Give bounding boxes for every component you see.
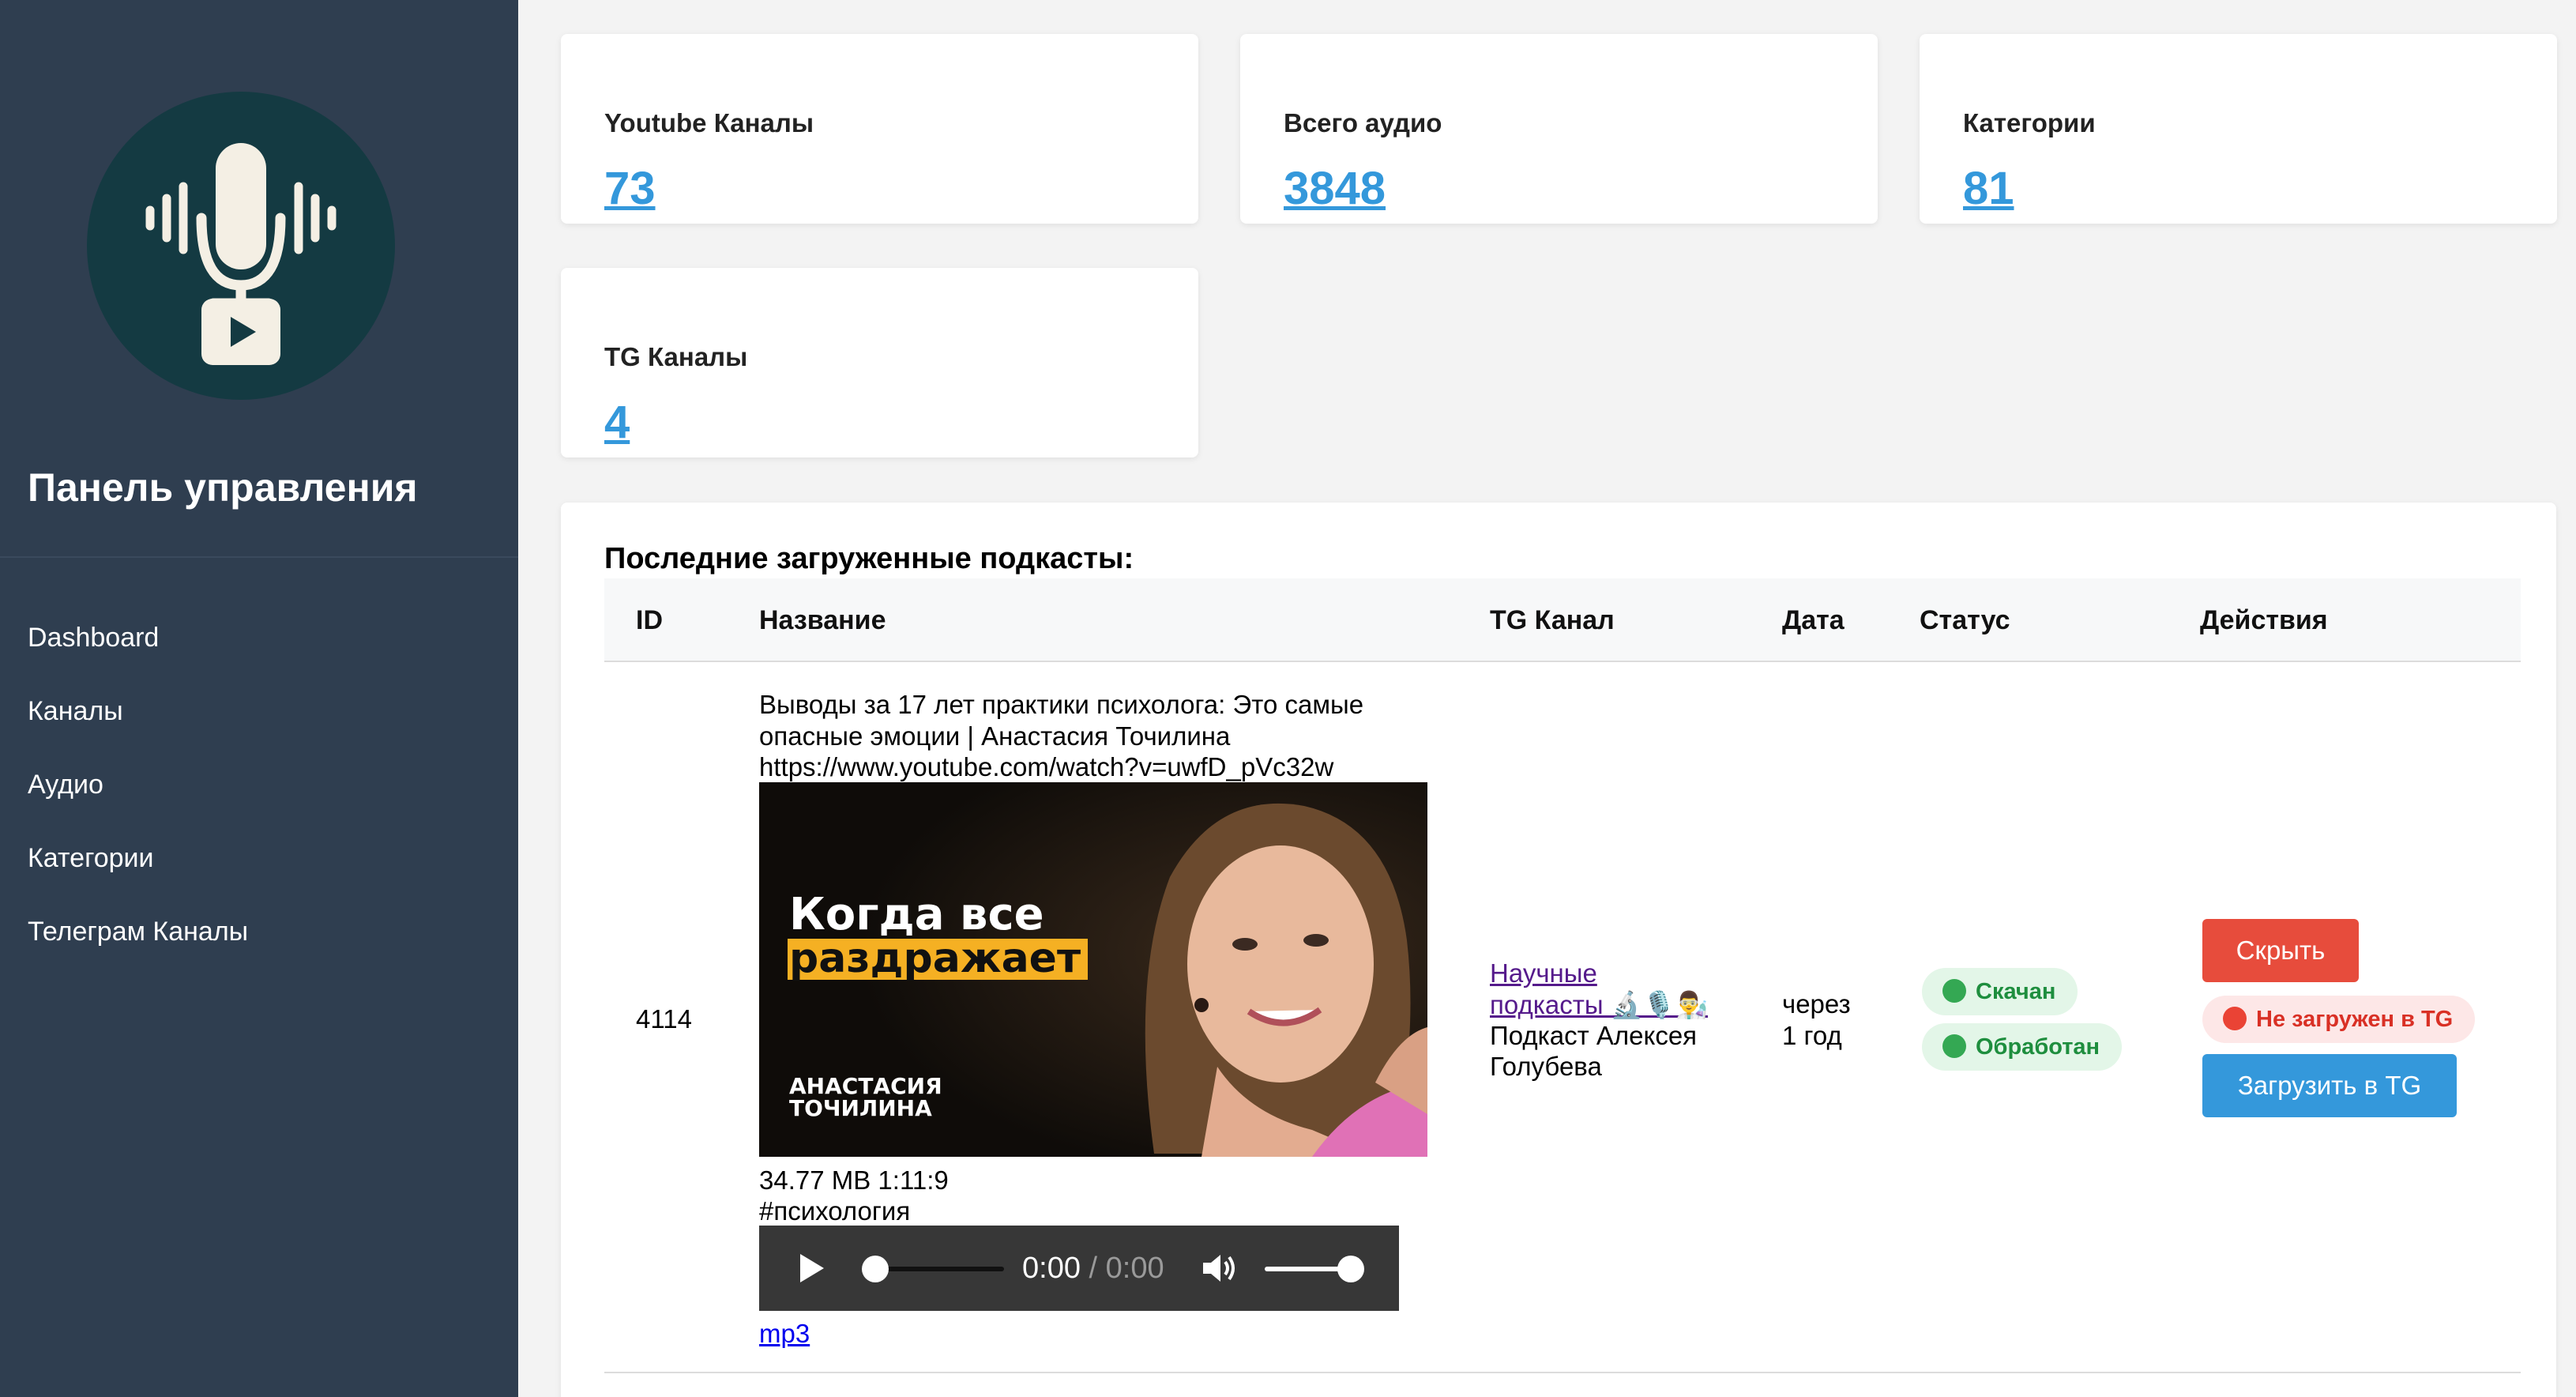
stat-label: Категории xyxy=(1963,108,2096,137)
play-icon[interactable] xyxy=(795,1252,827,1288)
column-header-actions: Действия xyxy=(2200,605,2328,635)
sidebar-nav: Dashboard Каналы Аудио Категории Телегра… xyxy=(28,618,248,985)
column-header-status: Статус xyxy=(1920,605,2010,635)
audio-player[interactable]: 0:00 / 0:00 xyxy=(759,1226,1399,1311)
stat-card-youtube-channels: Youtube Каналы 73 xyxy=(561,34,1198,224)
stat-card-categories: Категории 81 xyxy=(1920,34,2557,224)
status-badge-processed: Обработан xyxy=(1922,1023,2123,1071)
stat-label: TG Каналы xyxy=(604,342,748,371)
thumbnail-name-2: ТОЧИЛИНА xyxy=(789,1095,932,1121)
column-header-title: Название xyxy=(759,605,886,635)
sidebar-divider xyxy=(0,556,518,558)
stat-value-link[interactable]: 4 xyxy=(604,396,630,449)
sidebar: Панель управления Dashboard Каналы Аудио… xyxy=(0,0,518,1397)
sidebar-item-audio[interactable]: Аудио xyxy=(28,765,248,838)
sidebar-item-telegram-channels[interactable]: Телеграм Каналы xyxy=(28,912,248,985)
upload-to-tg-button[interactable]: Загрузить в TG xyxy=(2202,1054,2457,1117)
volume-handle[interactable] xyxy=(1337,1256,1364,1282)
status-badge-downloaded: Скачан xyxy=(1922,968,2078,1015)
podcast-id: 4114 xyxy=(636,1004,692,1034)
podcast-meta: 34.77 MB 1:11:9 xyxy=(759,1165,949,1195)
audio-current-time: 0:00 xyxy=(1022,1252,1081,1285)
tg-channel-link-line[interactable]: подкасты 🔬🎙️👨‍🔬 xyxy=(1490,990,1708,1019)
stat-label: Всего аудио xyxy=(1284,108,1442,137)
podcast-url: https://www.youtube.com/watch?v=uwfD_pVc… xyxy=(759,752,1334,781)
section-title: Последние загруженные подкасты: xyxy=(604,542,1134,575)
volume-icon[interactable] xyxy=(1202,1252,1238,1288)
audio-duration: 0:00 xyxy=(1105,1252,1164,1285)
audio-progress-track[interactable] xyxy=(870,1267,1004,1271)
red-dot-icon xyxy=(2223,1007,2247,1030)
thumbnail-headline-2: раздражает xyxy=(789,935,1081,982)
stat-value-link[interactable]: 3848 xyxy=(1284,162,1386,215)
column-header-date: Дата xyxy=(1782,605,1845,635)
audio-time: 0:00 / 0:00 xyxy=(1022,1252,1164,1285)
row-divider xyxy=(604,1372,2521,1373)
hide-button[interactable]: Скрыть xyxy=(2202,919,2359,982)
tg-channel-subtitle: Голубева xyxy=(1490,1052,1602,1081)
tg-channel-subtitle: Подкаст Алексея xyxy=(1490,1021,1698,1050)
stat-card-total-audio: Всего аудио 3848 xyxy=(1240,34,1878,224)
recent-podcasts-card: Последние загруженные подкасты: ID Назва… xyxy=(561,503,2556,1397)
podcast-tag: #психология xyxy=(759,1196,911,1226)
panel-title: Панель управления xyxy=(28,465,418,510)
column-header-id: ID xyxy=(636,605,663,635)
green-dot-icon xyxy=(1942,979,1966,1003)
podcast-date: 1 год xyxy=(1782,1021,1842,1050)
stat-label: Youtube Каналы xyxy=(604,108,814,137)
sidebar-item-dashboard[interactable]: Dashboard xyxy=(28,618,248,691)
audio-progress-handle[interactable] xyxy=(862,1256,889,1282)
green-dot-icon xyxy=(1942,1034,1966,1058)
sidebar-item-channels[interactable]: Каналы xyxy=(28,691,248,765)
podcast-title-line: опасные эмоции | Анастасия Точилина xyxy=(759,721,1231,751)
mp3-link[interactable]: mp3 xyxy=(759,1318,810,1350)
video-thumbnail: Когда все раздражает АНАСТАСИЯ ТОЧИЛИНА xyxy=(759,782,1427,1157)
sidebar-item-categories[interactable]: Категории xyxy=(28,838,248,912)
stat-value-link[interactable]: 73 xyxy=(604,162,656,215)
column-header-tg-channel: TG Канал xyxy=(1490,605,1615,635)
tg-status-badge: Не загружен в TG xyxy=(2202,996,2476,1043)
tg-channel-link-line[interactable]: Научные xyxy=(1490,958,1597,988)
podcast-title-line: Выводы за 17 лет практики психолога: Это… xyxy=(759,690,1364,719)
thumbnail-headline-1: Когда все xyxy=(789,889,1044,940)
podcast-logo-icon xyxy=(87,92,395,400)
podcast-date: через xyxy=(1782,989,1851,1019)
table-header: ID Название TG Канал Дата Статус Действи… xyxy=(604,578,2521,662)
mp3-link-text[interactable]: mp3 xyxy=(759,1319,810,1348)
tg-channel-link[interactable]: Научные подкасты 🔬🎙️👨‍🔬 xyxy=(1490,958,1708,1021)
stat-value-link[interactable]: 81 xyxy=(1963,162,2014,215)
stat-card-tg-channels: TG Каналы 4 xyxy=(561,268,1198,458)
